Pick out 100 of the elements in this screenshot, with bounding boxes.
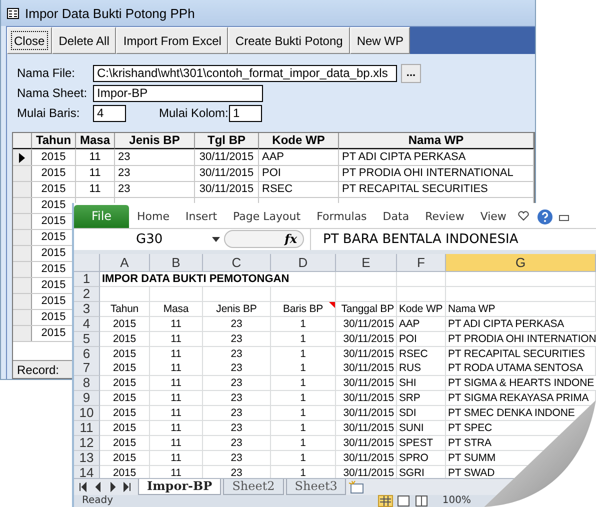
table-cell: 2015 [32, 182, 76, 197]
insert-function-button[interactable]: fx [284, 232, 297, 246]
table-cell: 23 [203, 421, 271, 436]
row-header[interactable]: 11 [74, 421, 100, 436]
row-header[interactable]: 14 [74, 466, 100, 478]
formula-field[interactable]: PT BARA BENTALA INDONESIA [310, 228, 596, 250]
table-cell: 2015 [100, 316, 150, 332]
column-header: Kode WP [259, 133, 339, 149]
status-text: Ready [82, 495, 114, 506]
row-header[interactable]: 5 [74, 332, 100, 347]
row-header[interactable]: 4 [74, 316, 100, 332]
comment-indicator-icon [329, 302, 335, 308]
heart-icon[interactable] [518, 210, 530, 221]
sheet-tab[interactable]: Sheet3 [286, 478, 346, 495]
file-tab[interactable]: File [74, 204, 129, 228]
new-sheet-icon[interactable] [348, 480, 364, 494]
table-cell: SRP [397, 391, 446, 406]
ribbon-tab[interactable]: Data [374, 210, 418, 228]
row-header[interactable]: 2 [74, 286, 100, 302]
table-cell: 2015 [100, 346, 150, 362]
table-cell: 23 [115, 166, 195, 181]
sheet-name-field[interactable]: Impor-BP [93, 84, 263, 102]
ribbon-tab[interactable]: View [472, 210, 514, 228]
table-cell: PT ADI CIPTA PERKASA [339, 150, 534, 165]
ribbon-tab[interactable]: Review [417, 210, 472, 228]
row-header[interactable]: 6 [74, 346, 100, 362]
row-header[interactable]: 8 [74, 376, 100, 392]
toolbar-button[interactable]: Delete All [52, 27, 116, 54]
column-header: Tahun [32, 133, 76, 149]
ribbon-tab[interactable]: Formulas [308, 210, 375, 228]
table-cell: 1 [271, 376, 336, 392]
table-cell: 1 [271, 391, 336, 406]
table-cell: SUNI [397, 421, 446, 436]
row-header[interactable]: 3 [74, 302, 100, 317]
select-all-corner[interactable] [74, 254, 100, 272]
table-cell: RUS [397, 361, 446, 376]
name-box[interactable]: G30 [74, 232, 224, 247]
formula-bar-handle[interactable]: fx [224, 230, 304, 248]
sheet-title: IMPOR DATA BUKTI PEMOTONGAN [100, 272, 336, 287]
table-cell: 23 [203, 391, 271, 406]
minimize-icon[interactable] [559, 214, 570, 221]
corner-header [13, 133, 32, 149]
table-cell: 2015 [100, 376, 150, 392]
row-header[interactable]: 13 [74, 451, 100, 466]
field-label: Nama Sheet: [17, 86, 88, 100]
toolbar-button[interactable]: Close [7, 27, 52, 54]
column-header[interactable]: E [336, 254, 397, 272]
table-cell: PT PRODIA OHI INTERNATION [446, 332, 596, 347]
table-cell: 23 [203, 316, 271, 332]
toolbar-button[interactable]: Import From Excel [116, 27, 228, 54]
toolbar-button[interactable]: New WP [350, 27, 410, 54]
column-header[interactable]: B [150, 254, 203, 272]
column-header: Jenis BP [115, 133, 195, 149]
field-label: Mulai Kolom: [159, 106, 229, 120]
table-cell: POI [259, 166, 339, 181]
file-path-field[interactable]: C:\krishand\wht\301\contoh_format_impor_data_bp.xls [93, 64, 397, 82]
empty-cell [336, 286, 397, 302]
column-header[interactable]: F [397, 254, 446, 272]
empty-cell [150, 286, 203, 302]
table-cell: SPRO [397, 451, 446, 466]
table-cell: Kode WP [397, 302, 446, 317]
table-cell: 11 [150, 316, 203, 332]
ribbon-tab[interactable]: Page Layout [225, 210, 309, 228]
sheet-tab[interactable]: Sheet2 [223, 478, 284, 495]
ribbon-tab[interactable]: Home [129, 210, 178, 228]
table-cell: Masa [150, 302, 203, 317]
table-cell: 23 [203, 436, 271, 452]
help-icon[interactable] [537, 208, 554, 225]
table-cell: 2015 [100, 332, 150, 347]
table-cell: SPEST [397, 436, 446, 452]
table-cell: 30/11/2015 [336, 361, 397, 376]
sheet-tab[interactable]: Impor-BP [138, 478, 222, 495]
ribbon-tab[interactable]: Insert [177, 210, 226, 228]
row-header[interactable]: 9 [74, 391, 100, 406]
window-title: Impor Data Bukti Potong PPh [1, 0, 535, 26]
column-header[interactable]: G [446, 254, 596, 272]
row-header[interactable]: 7 [74, 361, 100, 376]
column-header[interactable]: A [100, 254, 150, 272]
table-cell: 30/11/2015 [195, 182, 259, 197]
table-cell: 11 [76, 166, 115, 181]
table-cell: 1 [271, 421, 336, 436]
record-selector[interactable] [13, 150, 32, 165]
row-header[interactable]: 12 [74, 436, 100, 452]
start-column-field[interactable]: 1 [229, 104, 262, 122]
record-label: Record: [17, 362, 60, 376]
table-cell: Jenis BP [203, 302, 271, 317]
table-cell: 11 [150, 421, 203, 436]
empty-cell [397, 286, 446, 302]
table-cell: RSEC [259, 182, 339, 197]
toolbar-button[interactable]: Create Bukti Potong [228, 27, 350, 54]
row-header[interactable]: 10 [74, 406, 100, 422]
table-cell: PT RODA UTAMA SENTOSA [446, 361, 596, 376]
start-row-field[interactable]: 4 [93, 104, 126, 122]
column-header[interactable]: D [271, 254, 336, 272]
field-label: Mulai Baris: [17, 106, 81, 120]
table-cell: 2015 [100, 361, 150, 376]
table-cell: 23 [203, 406, 271, 422]
row-header[interactable]: 1 [74, 272, 100, 287]
browse-button[interactable]: ... [401, 64, 421, 82]
column-header[interactable]: C [203, 254, 271, 272]
